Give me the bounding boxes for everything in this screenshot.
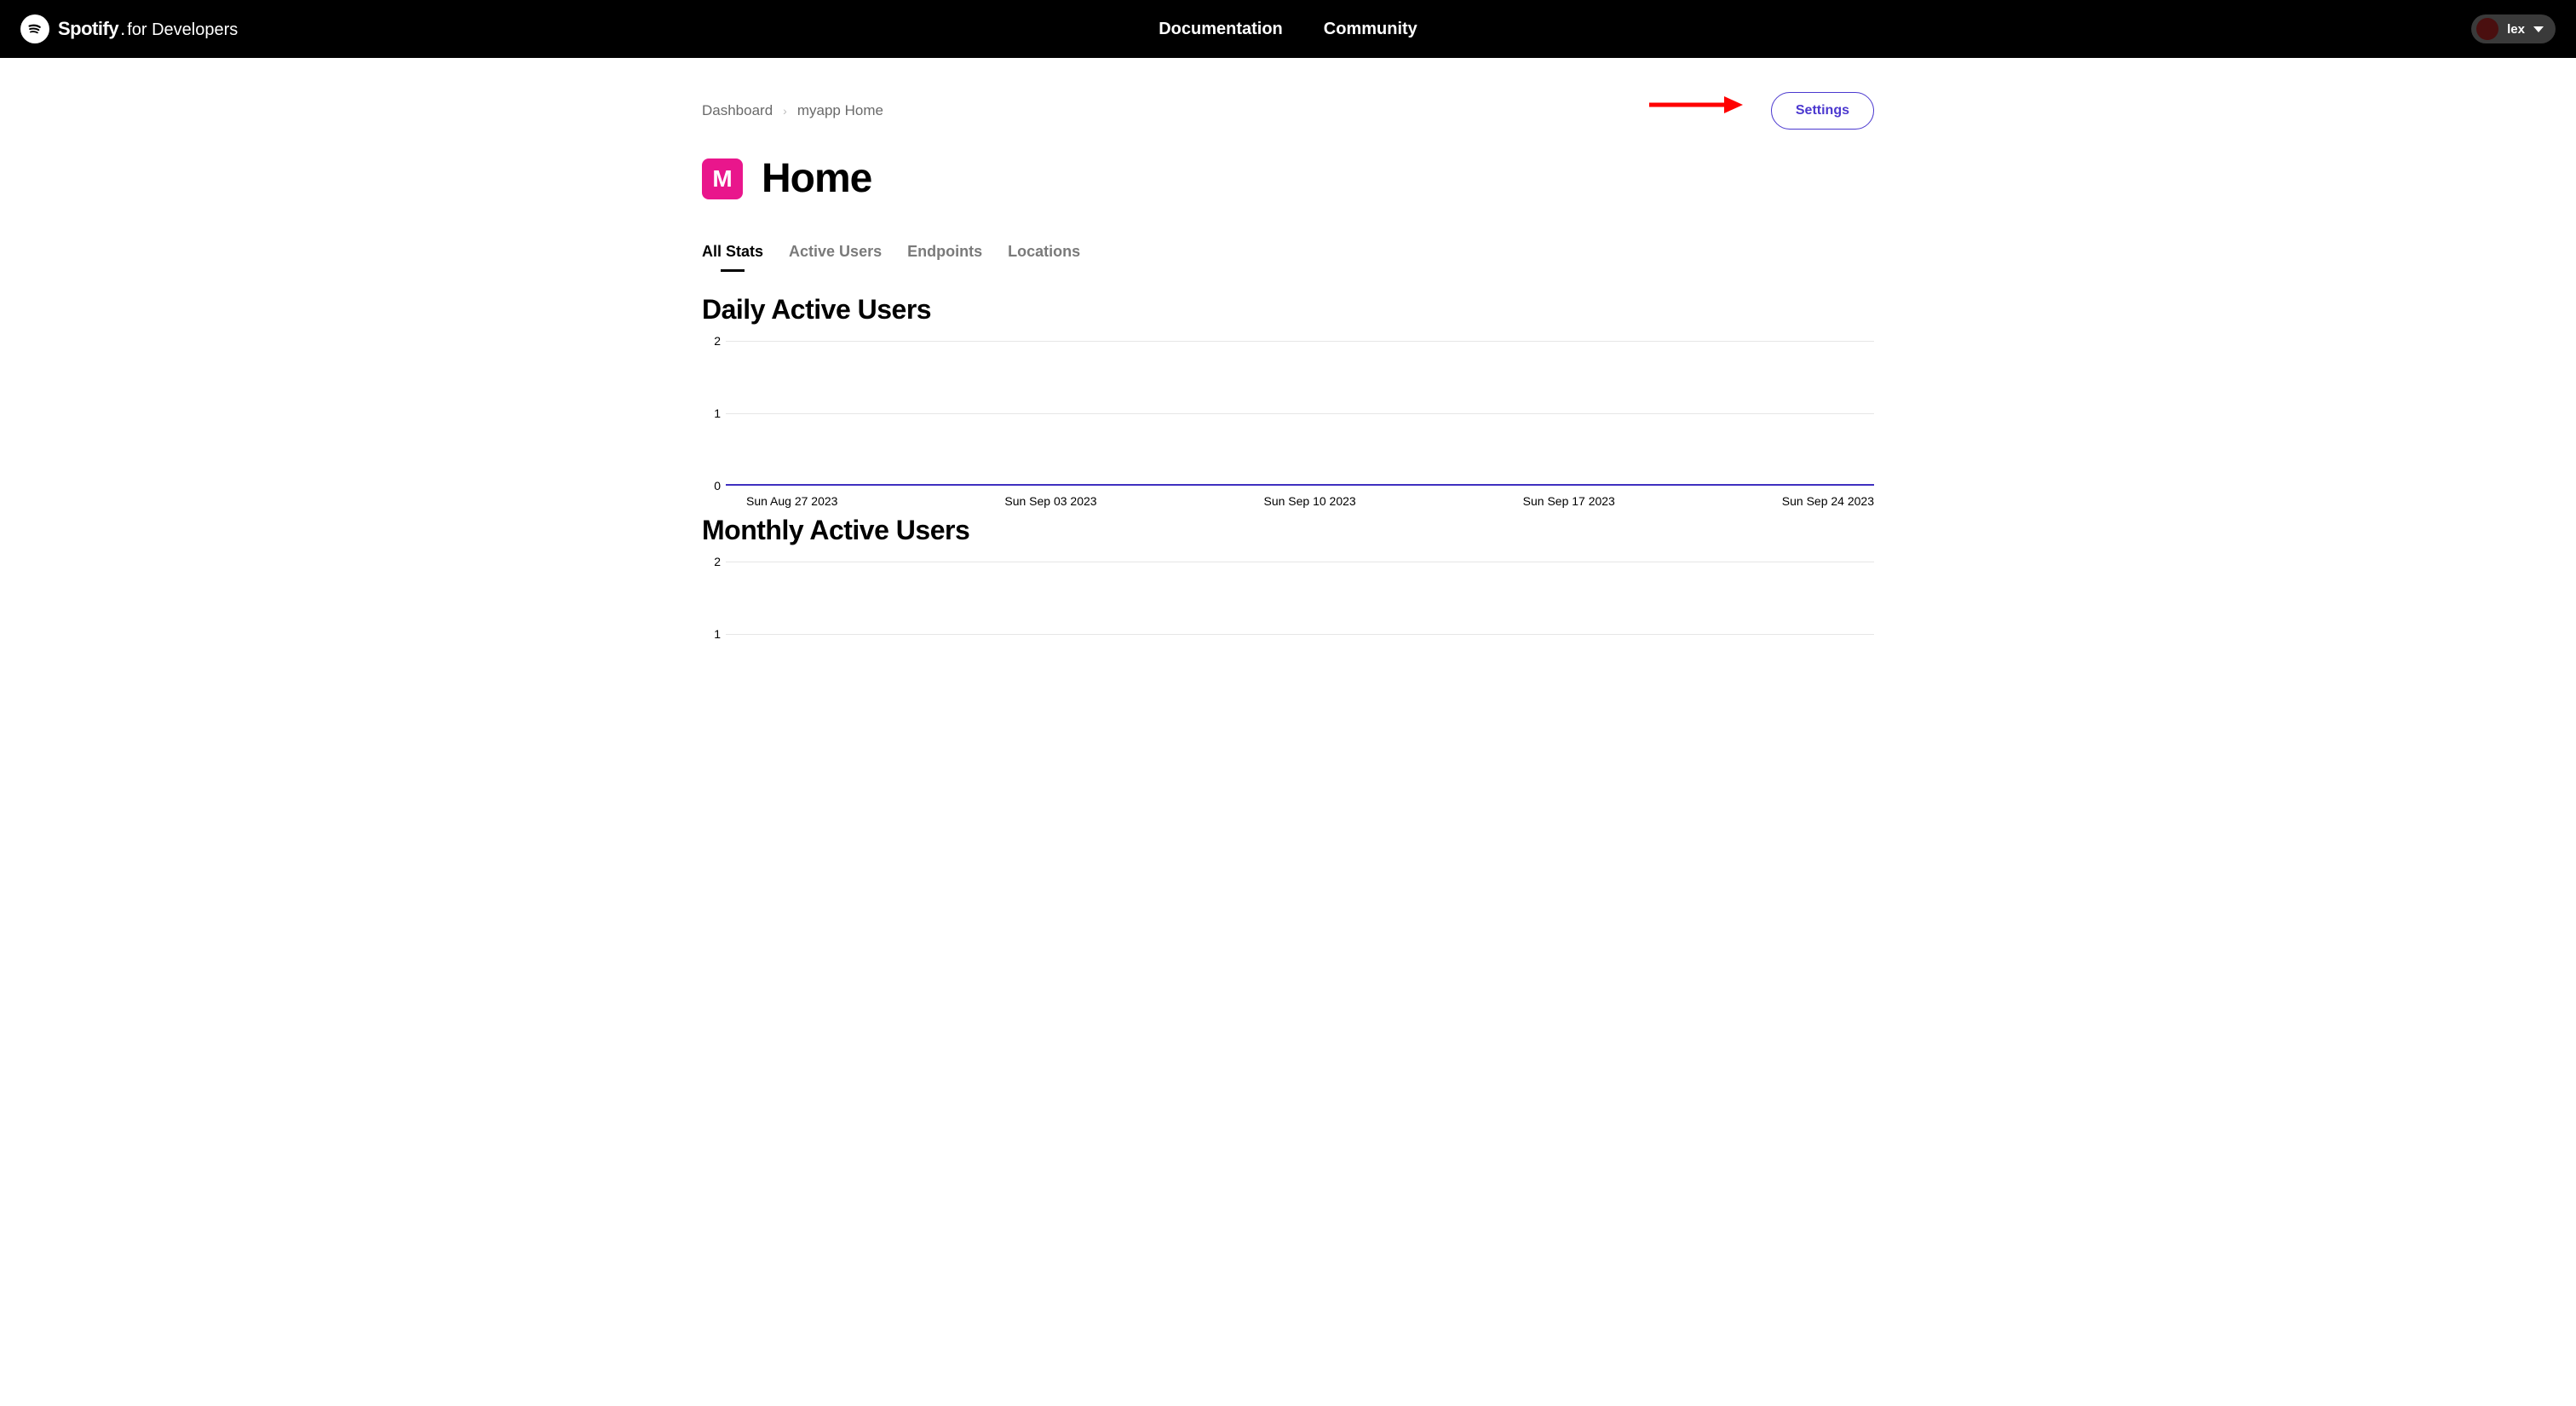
tab-active-users[interactable]: Active Users	[789, 239, 882, 271]
user-menu[interactable]: lex	[2471, 14, 2556, 43]
daily-gridline	[726, 341, 1874, 342]
nav-community[interactable]: Community	[1324, 20, 1417, 39]
app-icon: M	[702, 158, 743, 199]
spotify-logo-icon	[20, 14, 49, 43]
monthly-chart-area: 2 1	[726, 562, 1874, 706]
daily-xlabel: Sun Sep 03 2023	[1004, 494, 1096, 508]
daily-xlabel: Sun Sep 24 2023	[1782, 494, 1874, 508]
daily-ytick-2: 2	[704, 334, 721, 348]
topbar: Spotify. for Developers Documentation Co…	[0, 0, 2576, 58]
monthly-active-users-title: Monthly Active Users	[702, 515, 1874, 546]
daily-xlabel: Sun Sep 17 2023	[1523, 494, 1615, 508]
page-title: Home	[762, 155, 871, 202]
monthly-chart: 2 1	[702, 562, 1874, 706]
daily-xlabel: Sun Aug 27 2023	[726, 494, 837, 508]
user-avatar	[2476, 18, 2498, 40]
breadcrumb-root[interactable]: Dashboard	[702, 102, 773, 119]
daily-gridline	[726, 413, 1874, 414]
tab-endpoints[interactable]: Endpoints	[907, 239, 982, 271]
chevron-down-icon	[2533, 26, 2544, 32]
monthly-ytick-1: 1	[704, 627, 721, 641]
brand-light: for Developers	[127, 20, 238, 40]
daily-chart: 2 1 0 Sun Aug 27 2023 Sun Sep 03 2023 Su…	[702, 341, 1874, 513]
tabs: All Stats Active Users Endpoints Locatio…	[702, 239, 1874, 272]
title-row: M Home	[702, 155, 1874, 202]
tab-all-stats[interactable]: All Stats	[702, 239, 763, 271]
top-nav: Documentation Community	[1159, 20, 1417, 39]
breadcrumb: Dashboard › myapp Home	[702, 102, 883, 119]
monthly-ytick-2: 2	[704, 555, 721, 568]
tab-locations[interactable]: Locations	[1008, 239, 1080, 271]
brand[interactable]: Spotify. for Developers	[20, 14, 238, 43]
content: Dashboard › myapp Home Settings M Home A…	[654, 58, 1922, 706]
daily-series-line	[726, 484, 1874, 486]
daily-xlabel: Sun Sep 10 2023	[1264, 494, 1356, 508]
spotify-icon	[26, 20, 44, 38]
daily-ytick-0: 0	[704, 479, 721, 493]
breadcrumb-current: myapp Home	[797, 102, 883, 119]
brand-text: Spotify. for Developers	[58, 18, 238, 40]
nav-documentation[interactable]: Documentation	[1159, 20, 1283, 39]
settings-button[interactable]: Settings	[1771, 92, 1874, 130]
chevron-right-icon: ›	[783, 104, 787, 118]
user-name: lex	[2507, 22, 2525, 37]
daily-xlabels: Sun Aug 27 2023 Sun Sep 03 2023 Sun Sep …	[726, 486, 1874, 513]
monthly-gridline	[726, 634, 1874, 635]
breadcrumb-row: Dashboard › myapp Home Settings	[702, 92, 1874, 130]
daily-active-users-title: Daily Active Users	[702, 294, 1874, 326]
daily-ytick-1: 1	[704, 406, 721, 420]
daily-chart-area: 2 1 0	[726, 341, 1874, 486]
brand-strong: Spotify	[58, 18, 118, 40]
